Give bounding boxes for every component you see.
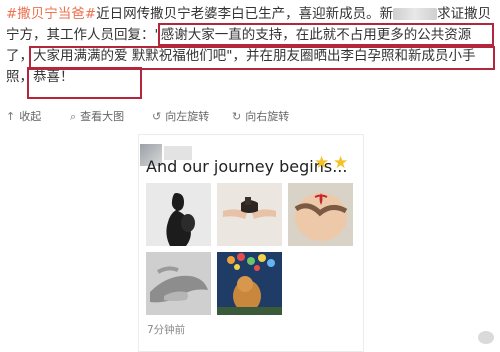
post-text: #撒贝宁当爸#近日网传撒贝宁老婆李白已生产，喜迎新成员。新 求证撒贝 宁方，其工作… (6, 4, 496, 88)
view-large-label: 查看大图 (80, 110, 125, 123)
magnify-icon: ⌕ (70, 109, 77, 123)
post-line-2: 宁方，其工作人员回复："感谢大家一直的支持，在此就不占用更多的公共资源 (6, 25, 496, 46)
quoted-statement-part-2: 大家用满满的爱 默默祝福他们吧" (33, 48, 233, 64)
rotate-right-icon: ↻ (232, 109, 242, 123)
watermark-logo-icon (478, 331, 494, 344)
image-toolbar: ↑ 收起 ⌕ 查看大图 ↺ 向左旋转 ↻ 向右旋转 (0, 104, 500, 126)
post-line-1: #撒贝宁当爸#近日网传撒贝宁老婆李白已生产，喜迎新成员。新 求证撒贝 (6, 4, 496, 25)
rotate-right-button[interactable]: ↻ 向右旋转 (232, 108, 289, 124)
source-watermark (478, 331, 494, 344)
post-text-segment: 宁方，其工作人员回复： (6, 27, 155, 43)
view-large-button[interactable]: ⌕ 查看大图 (70, 108, 124, 124)
photo-thumbnail-baby-hand[interactable] (146, 252, 211, 315)
photo-thumbnail-belly[interactable] (288, 183, 353, 246)
collapse-label: 收起 (19, 110, 42, 123)
photo-thumbnail-lion-balloons[interactable] (217, 252, 282, 315)
post-text-segment: 求证撒贝 (437, 6, 492, 22)
photo-thumbnail-hands-shoe[interactable] (217, 183, 282, 246)
rotate-left-icon: ↺ (152, 109, 162, 123)
post-timestamp: 7分钟前 (147, 324, 186, 336)
hashtag-link[interactable]: #撒贝宁当爸# (6, 6, 96, 22)
quoted-statement-part-3: 恭喜！ (33, 69, 74, 85)
post-line-3: 了，大家用满满的爱 默默祝福他们吧"，并在朋友圈晒出李白孕照和新成员小手 (6, 46, 496, 67)
post-text-segment: ，并在朋友圈晒出李白孕照和新成员小手 (232, 48, 476, 64)
blurred-mention (393, 8, 438, 20)
collapse-icon: ↑ (6, 109, 16, 123)
rotate-left-label: 向左旋转 (165, 110, 210, 123)
quoted-statement-part-1: "感谢大家一直的支持，在此就不占用更多的公共资源 (154, 27, 472, 43)
collapse-button[interactable]: ↑ 收起 (6, 108, 41, 124)
photo-thumbnail-pregnancy[interactable] (146, 183, 211, 246)
star-icon: ★ (314, 153, 330, 173)
post-text-segment: 照， (6, 69, 33, 85)
rotate-left-button[interactable]: ↺ 向左旋转 (152, 108, 209, 124)
post-line-4: 照，恭喜！ (6, 67, 496, 88)
post-text-segment: 了， (6, 48, 33, 64)
rotate-right-label: 向右旋转 (245, 110, 290, 123)
star-icon: ★ (333, 153, 349, 173)
post-text-segment: 近日网传撒贝宁老婆李白已生产，喜迎新成员。新 (96, 6, 394, 22)
